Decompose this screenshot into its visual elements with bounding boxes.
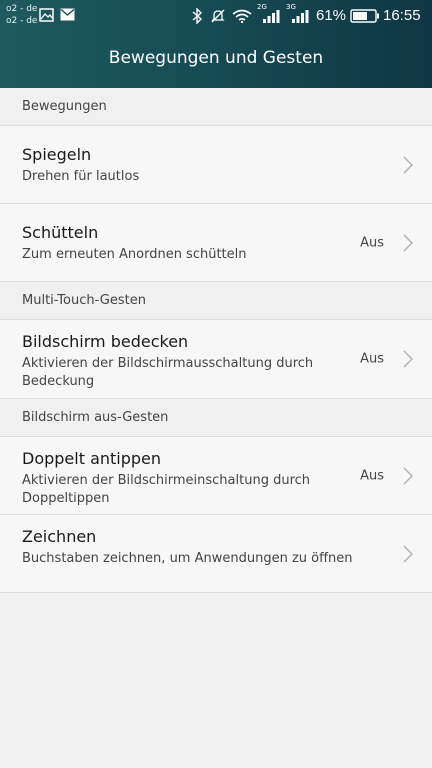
list-item-bildschirm-bedecken[interactable]: Bildschirm bedecken Aktivieren der Bilds…: [0, 320, 432, 399]
item-title: Bildschirm bedecken: [22, 332, 189, 351]
item-status: Aus: [360, 351, 384, 367]
mail-icon: [60, 8, 75, 21]
chevron-right-icon: [403, 234, 413, 251]
battery-icon: [350, 9, 379, 23]
item-status: Aus: [360, 468, 384, 483]
section-header-multi-touch: Multi-Touch-Gesten: [0, 282, 432, 320]
list-item-schuetteln[interactable]: Schütteln Zum erneuten Anordnen schüttel…: [0, 204, 432, 282]
chevron-right-icon: [403, 156, 413, 173]
battery-percent: 61%: [316, 7, 347, 24]
chevron-right-icon: [403, 350, 413, 368]
item-title: Zeichnen: [22, 527, 97, 546]
section-header-bildschirm-aus: Bildschirm aus-Gesten: [0, 399, 432, 437]
carrier-label-2: o2 - de: [6, 16, 38, 26]
list-item-doppelt-antippen[interactable]: Doppelt antippen Aktivieren der Bildschi…: [0, 437, 432, 515]
wifi-icon: [232, 9, 252, 23]
section-header-bewegungen: Bewegungen: [0, 88, 432, 126]
carrier-label-1: o2 - de: [6, 4, 38, 14]
item-subtitle: Buchstaben zeichnen, um Anwendungen zu ö…: [22, 551, 353, 566]
signal-icon-2: [292, 10, 309, 23]
clock: 16:55: [383, 7, 421, 24]
item-title: Doppelt antippen: [22, 449, 162, 468]
item-subtitle: Aktivieren der Bildschirmausschaltung du…: [22, 356, 314, 389]
list-item-spiegeln[interactable]: Spiegeln Drehen für lautlos: [0, 126, 432, 204]
carrier-labels: o2 - de o2 - de: [6, 3, 37, 27]
settings-list: Bewegungen Spiegeln Drehen für lautlos S…: [0, 88, 432, 593]
list-item-zeichnen[interactable]: Zeichnen Buchstaben zeichnen, um Anwendu…: [0, 515, 432, 593]
page-title: Bewegungen und Gesten: [108, 48, 324, 68]
item-subtitle: Drehen für lautlos: [22, 169, 140, 184]
chevron-right-icon: [403, 545, 413, 562]
status-bar: o2 - de o2 - de 2G 3G 61% 16:55: [0, 0, 432, 32]
app-header: o2 - de o2 - de 2G 3G 61% 16:55 Bewegung…: [0, 0, 432, 88]
chevron-right-icon: [403, 467, 413, 484]
item-title: Spiegeln: [22, 145, 92, 164]
mute-icon: [211, 9, 225, 23]
item-subtitle: Zum erneuten Anordnen schütteln: [22, 247, 247, 262]
item-title: Schütteln: [22, 223, 99, 242]
signal-icon: [263, 10, 280, 23]
item-subtitle: Aktivieren der Bildschirmeinschaltung du…: [22, 473, 311, 506]
item-status: Aus: [360, 235, 384, 250]
gallery-icon: [39, 8, 54, 22]
bluetooth-icon: [192, 8, 203, 24]
